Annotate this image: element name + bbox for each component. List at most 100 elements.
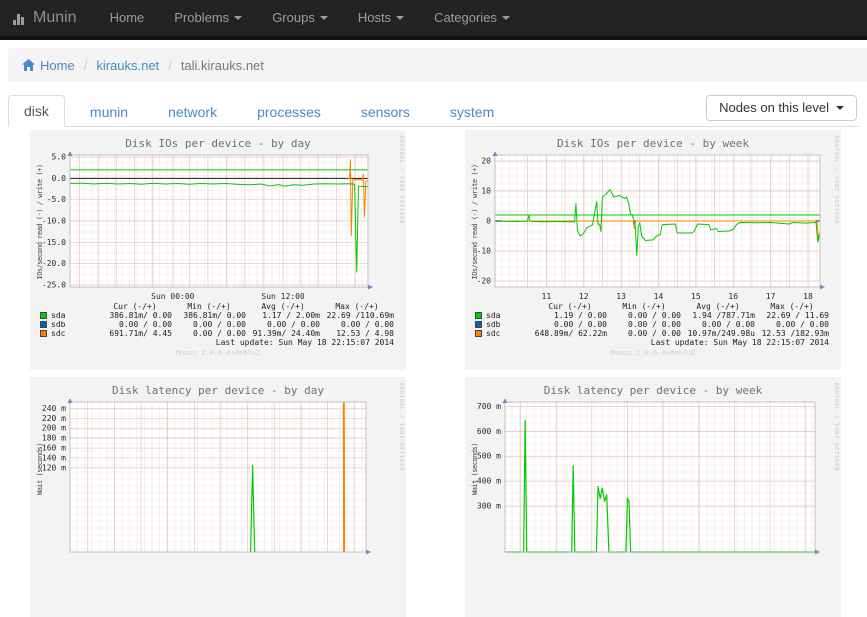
nav-item-problems[interactable]: Problems <box>159 0 257 36</box>
nav-item-categories[interactable]: Categories <box>419 0 525 36</box>
legend-value: 0.00 / 0.00 <box>320 320 394 329</box>
chevron-down-icon <box>396 16 404 20</box>
nav-item-label: Hosts <box>358 0 391 36</box>
y-tick-label: -5.0 <box>47 195 66 204</box>
x-tick-label: 15 <box>691 292 701 301</box>
legend-column-header: Max (-/+) <box>755 302 829 311</box>
home-icon <box>22 59 35 71</box>
breadcrumb-home-link[interactable]: Home <box>22 58 75 73</box>
graph-legend: Cur (-/+)Min (-/+)Avg (-/+)Max (-/+)sda1… <box>475 302 837 338</box>
graph-legend: Cur (-/+)Min (-/+)Avg (-/+)Max (-/+)sda 3… <box>40 302 402 338</box>
x-tick-label: 12 <box>579 292 589 301</box>
munin-version-watermark: Munin 2.0.6-4+deb7u2 <box>465 349 841 357</box>
munin-brand[interactable]: Munin <box>0 9 95 27</box>
tab-sensors[interactable]: sensors <box>346 97 425 127</box>
breadcrumb-current: tali.kirauks.net <box>181 58 264 73</box>
legend-value: 0.00 / 0.00 <box>172 329 246 338</box>
y-tick-label: -10 <box>477 247 492 256</box>
tab-munin[interactable]: munin <box>75 97 143 127</box>
graph-image-disk-ios-day[interactable]: 5.00.0-5.0-10.0-15.0-20.0-25.0Sun 00:00S… <box>36 152 376 306</box>
x-tick-label: 16 <box>728 292 738 301</box>
chevron-down-icon <box>836 106 844 110</box>
legend-value: 386.81m/ 0.00 <box>172 311 246 320</box>
chevron-down-icon <box>320 16 328 20</box>
legend-value: 91.39m/ 24.40m <box>246 329 320 338</box>
legend-value: 0.00 / 0.00 <box>607 320 681 329</box>
y-tick-label: 600 m <box>477 427 501 436</box>
nav-item-hosts[interactable]: Hosts <box>343 0 419 36</box>
tab-network[interactable]: network <box>153 97 232 127</box>
x-tick-label: 13 <box>616 292 626 301</box>
legend-value: 0.00 / 0.00 <box>607 311 681 320</box>
graph-panel-disk-ios-week: Disk IOs per device - by week RRDTOOL / … <box>465 130 841 370</box>
y-tick-label: -10.0 <box>42 217 66 226</box>
legend-device: sda <box>475 311 533 320</box>
legend-value: 0.00 / 0.00 <box>681 320 755 329</box>
legend-device-label: sda <box>486 311 500 320</box>
y-tick-label: 220 m <box>42 414 66 423</box>
nav-item-label: Groups <box>272 0 315 36</box>
y-tick-label: -20.0 <box>42 259 66 268</box>
y-tick-label: 300 m <box>477 501 501 510</box>
legend-color-swatch <box>40 330 47 337</box>
y-tick-label: 10 <box>481 187 491 196</box>
breadcrumb-separator: / <box>168 58 172 73</box>
nodes-on-this-level-button[interactable]: Nodes on this level <box>706 95 857 121</box>
graph-image-disk-latency-week[interactable]: 700 m600 m500 m400 m300 m <box>471 399 823 571</box>
legend-color-swatch <box>475 312 482 319</box>
breadcrumb-separator: / <box>84 58 88 73</box>
y-tick-label: -15.0 <box>42 238 66 247</box>
brand-label: Munin <box>33 9 77 27</box>
y-axis-arrow <box>493 152 498 156</box>
graph-image-disk-ios-week[interactable]: 20100-10-201112131415161718 <box>471 152 828 306</box>
tab-system[interactable]: system <box>435 97 509 127</box>
legend-row: sdb0.00 / 0.000.00 / 0.000.00 / 0.000.00… <box>40 320 402 329</box>
legend-device: sda <box>40 311 98 320</box>
legend-value: 22.69 / 11.69 <box>755 311 829 320</box>
rrdtool-watermark: RRDTOOL / TOBI OETIKER <box>398 383 404 471</box>
legend-header-row: Cur (-/+)Min (-/+)Avg (-/+)Max (-/+) <box>40 302 402 311</box>
x-axis-arrow <box>815 550 820 555</box>
breadcrumb-label: Home <box>40 58 75 73</box>
tab-processes[interactable]: processes <box>242 97 336 127</box>
y-tick-label: 20 <box>481 157 491 166</box>
legend-row: sda1.19 / 0.000.00 / 0.001.94 /787.71m22… <box>475 311 837 320</box>
tab-disk[interactable]: disk <box>8 95 65 127</box>
legend-value: 0.00 / 0.00 <box>533 320 607 329</box>
legend-row: sdb0.00 / 0.000.00 / 0.000.00 / 0.000.00… <box>475 320 837 329</box>
legend-device-label: sdc <box>51 329 65 338</box>
rrdtool-watermark: RRDTOOL / TOBI OETIKER <box>398 136 404 224</box>
last-update: Last update: Sun May 18 22:15:07 2014 <box>216 338 394 347</box>
legend-row: sda386.81m/ 0.00386.81m/ 0.001.17 / 2.00… <box>40 311 402 320</box>
nav-item-groups[interactable]: Groups <box>257 0 343 36</box>
x-axis-arrow <box>366 550 371 555</box>
legend-value: 10.97m/249.98u <box>681 329 755 338</box>
graph-title: Disk latency per device - by week <box>465 384 841 397</box>
legend-value: 12.53 /182.93m <box>755 329 829 338</box>
legend-header-row: Cur (-/+)Min (-/+)Avg (-/+)Max (-/+) <box>475 302 837 311</box>
graph-panel-disk-latency-week: Disk latency per device - by week RRDTOO… <box>465 377 841 617</box>
legend-device-label: sdb <box>51 320 65 329</box>
legend-color-swatch <box>40 321 47 328</box>
x-tick-label: 11 <box>542 292 552 301</box>
y-tick-label: 140 m <box>42 453 66 462</box>
nav-item-home[interactable]: Home <box>95 0 160 36</box>
x-tick-label: 17 <box>766 292 776 301</box>
legend-value: 0.00 / 0.00 <box>607 329 681 338</box>
rrdtool-watermark: RRDTOOL / TOBI OETIKER <box>833 383 839 471</box>
y-tick-label: -20 <box>477 277 492 286</box>
legend-value: 648.89m/ 62.22m <box>533 329 607 338</box>
legend-value: 0.00 / 0.00 <box>98 320 172 329</box>
breadcrumb-group-link[interactable]: kirauks.net <box>96 58 159 73</box>
munin-logo-icon <box>12 11 27 26</box>
nodes-button-label: Nodes on this level <box>719 95 829 121</box>
legend-name-spacer <box>475 302 533 311</box>
legend-row: sdc691.71m/ 4.450.00 / 0.0091.39m/ 24.40… <box>40 329 402 338</box>
y-tick-label: 0 <box>486 217 491 226</box>
nav-item-label: Problems <box>174 0 229 36</box>
nav-item-label: Categories <box>434 0 497 36</box>
graph-image-disk-latency-day[interactable]: 240 m220 m200 m180 m160 m140 m120 m <box>36 399 374 571</box>
y-tick-label: 0.0 <box>52 174 67 183</box>
legend-device: sdc <box>40 329 98 338</box>
x-tick-label: Sun 00:00 <box>151 292 195 301</box>
